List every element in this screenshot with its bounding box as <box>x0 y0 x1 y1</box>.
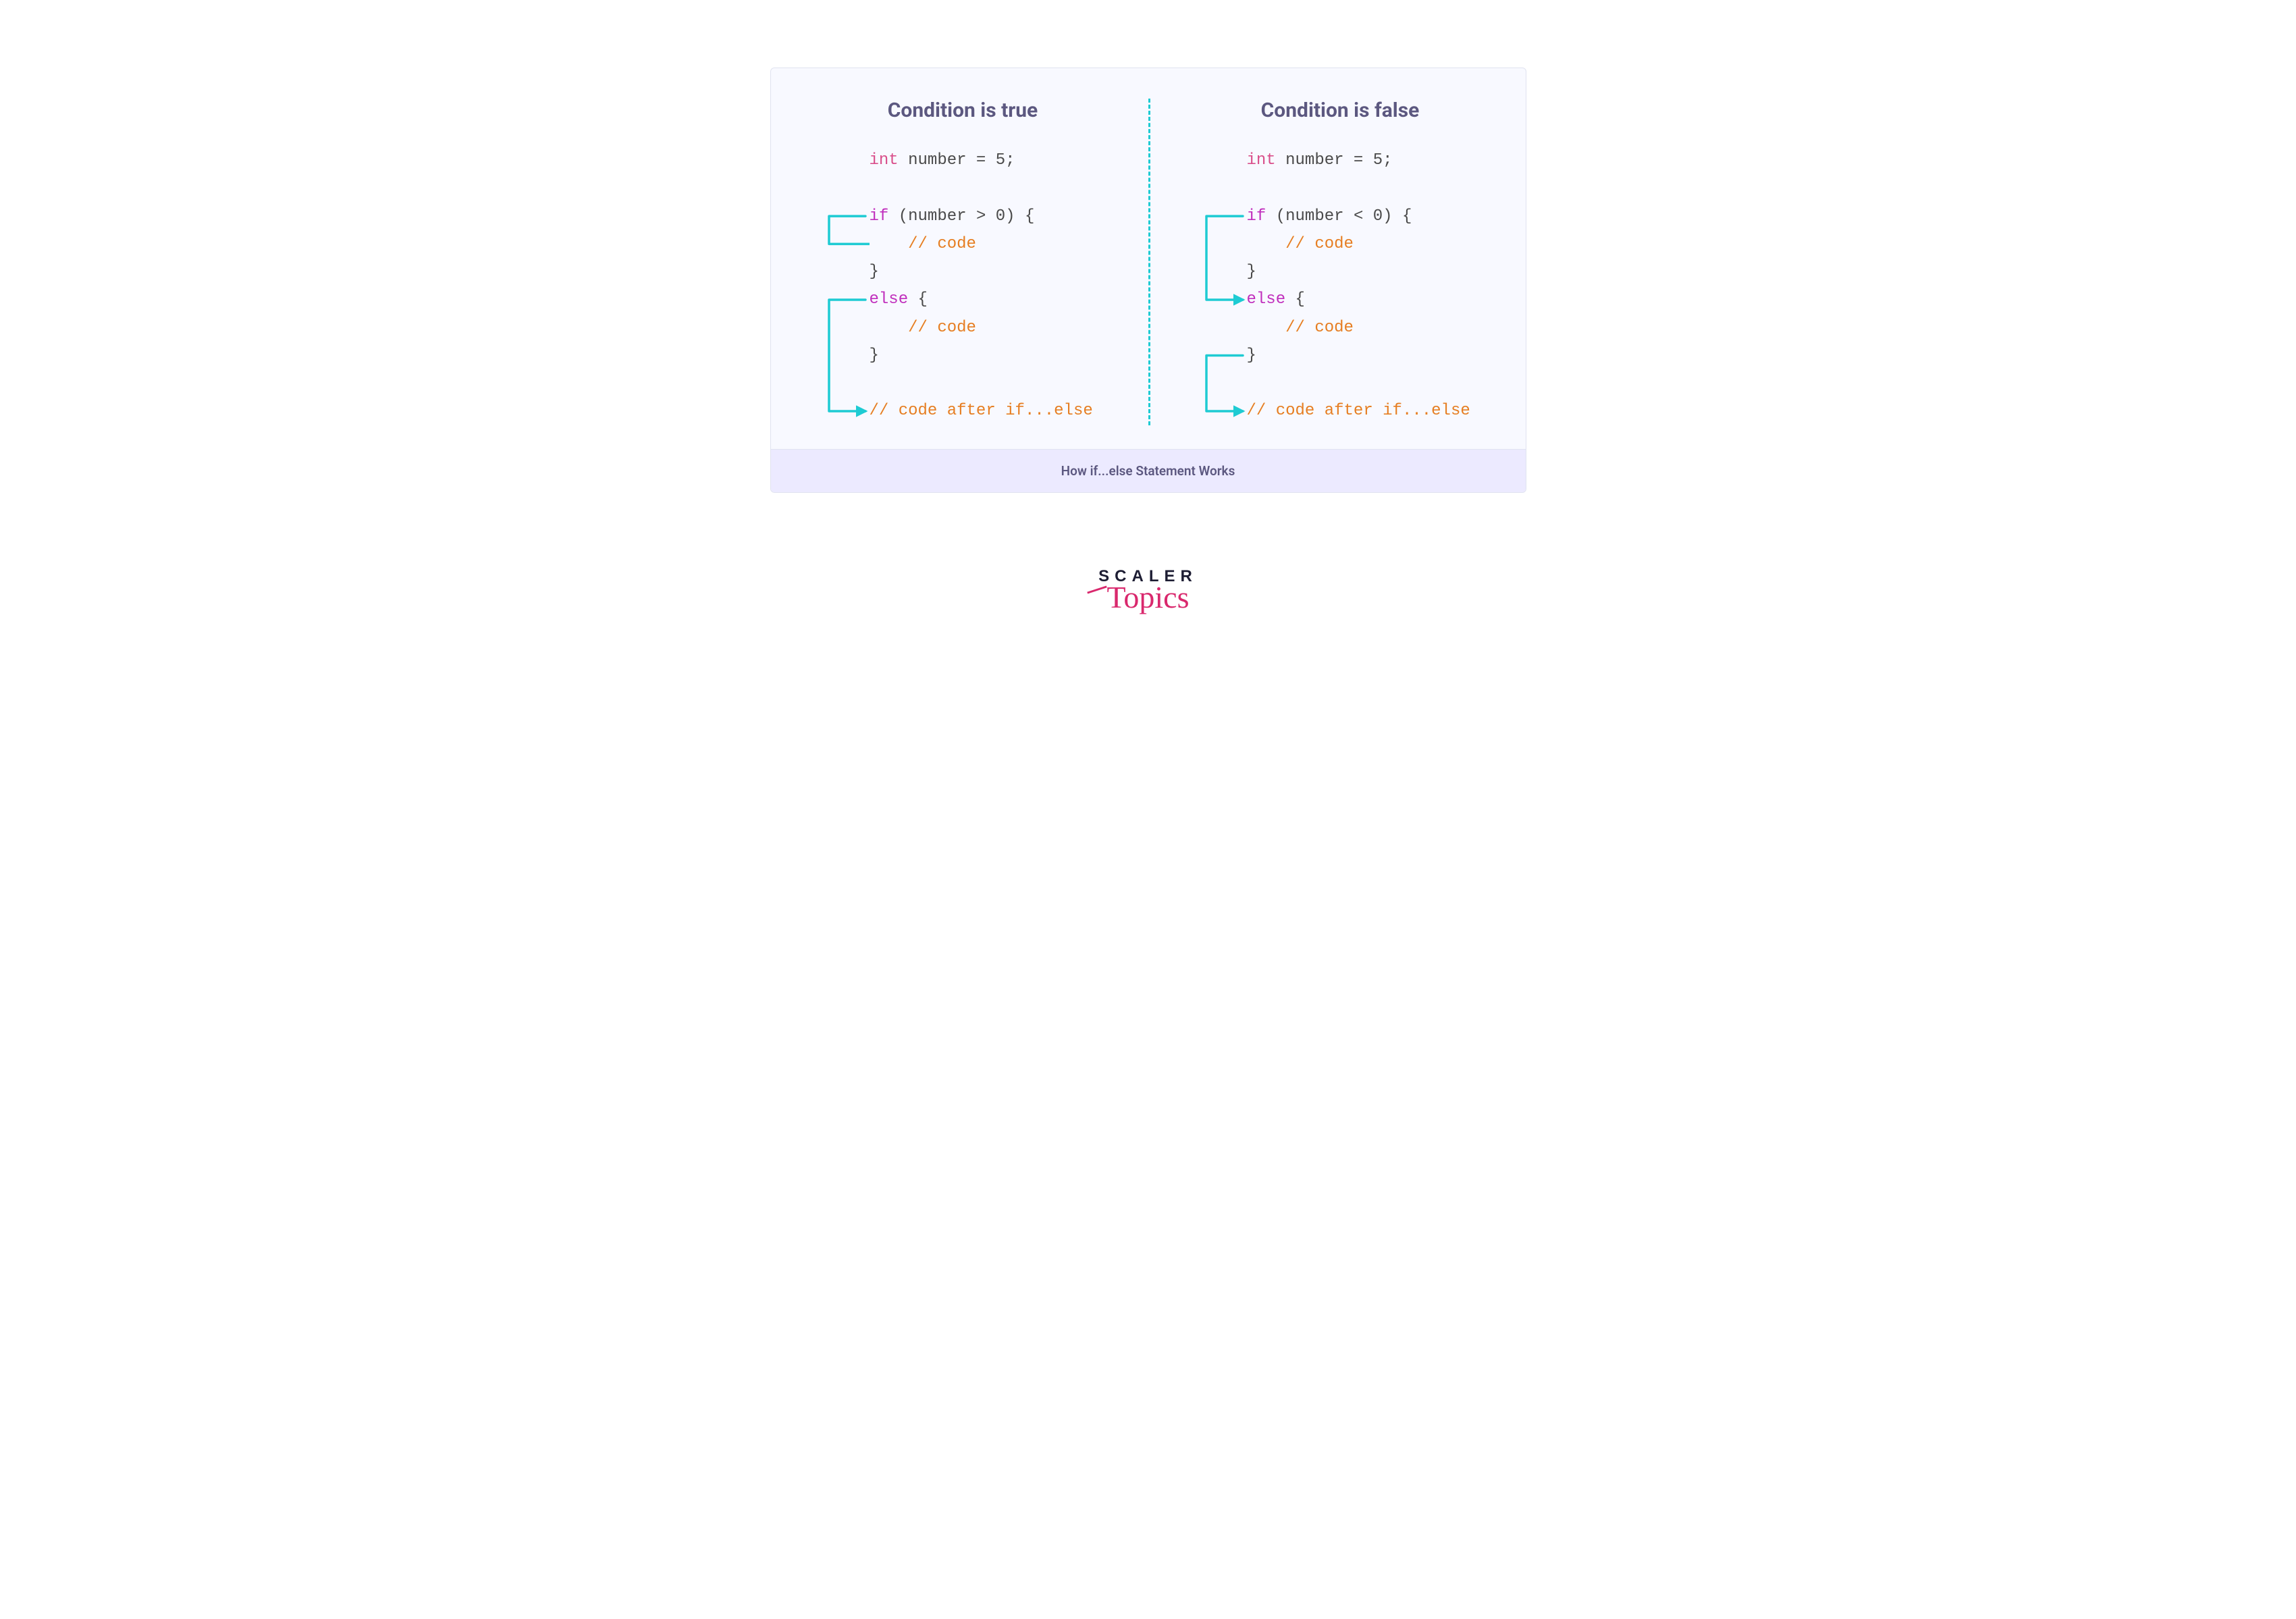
code-line: // code <box>870 230 1115 258</box>
code-line <box>1247 369 1492 397</box>
code-line: int number = 5; <box>870 147 1115 174</box>
code-line: // code <box>1247 230 1492 258</box>
code-line: else { <box>1247 286 1492 313</box>
code-line: // code <box>870 314 1115 342</box>
panel-title-true: Condition is true <box>811 99 1115 122</box>
panel-false: Condition is false int number = 5; if (n… <box>1148 99 1526 425</box>
code-line: } <box>870 258 1115 286</box>
code-line: } <box>1247 342 1492 369</box>
code-line: } <box>1247 258 1492 286</box>
code-block-true: int number = 5; if (number > 0) { // cod… <box>811 147 1115 425</box>
code-line <box>870 174 1115 202</box>
panels-wrapper: Condition is true int number = 5; if (nu… <box>771 68 1526 449</box>
panel-true: Condition is true int number = 5; if (nu… <box>771 99 1148 425</box>
code-line: int number = 5; <box>1247 147 1492 174</box>
code-block-false: int number = 5; if (number < 0) { // cod… <box>1189 147 1492 425</box>
code-line <box>1247 174 1492 202</box>
flow-arrows-false <box>1189 147 1247 425</box>
code-line: if (number < 0) { <box>1247 203 1492 230</box>
diagram-caption: How if...else Statement Works <box>771 449 1526 492</box>
code-line: } <box>870 342 1115 369</box>
flow-arrows-true <box>811 147 870 425</box>
code-line: else { <box>870 286 1115 313</box>
code-line: // code <box>1247 314 1492 342</box>
diagram-card: Condition is true int number = 5; if (nu… <box>770 68 1526 493</box>
brand-logo: SCALER Topics <box>703 567 1594 615</box>
code-line <box>870 369 1115 397</box>
code-line: // code after if...else <box>870 397 1115 425</box>
brand-bottom-text: Topics <box>1107 579 1190 615</box>
code-line: // code after if...else <box>1247 397 1492 425</box>
code-line: if (number > 0) { <box>870 203 1115 230</box>
panel-title-false: Condition is false <box>1189 99 1492 122</box>
